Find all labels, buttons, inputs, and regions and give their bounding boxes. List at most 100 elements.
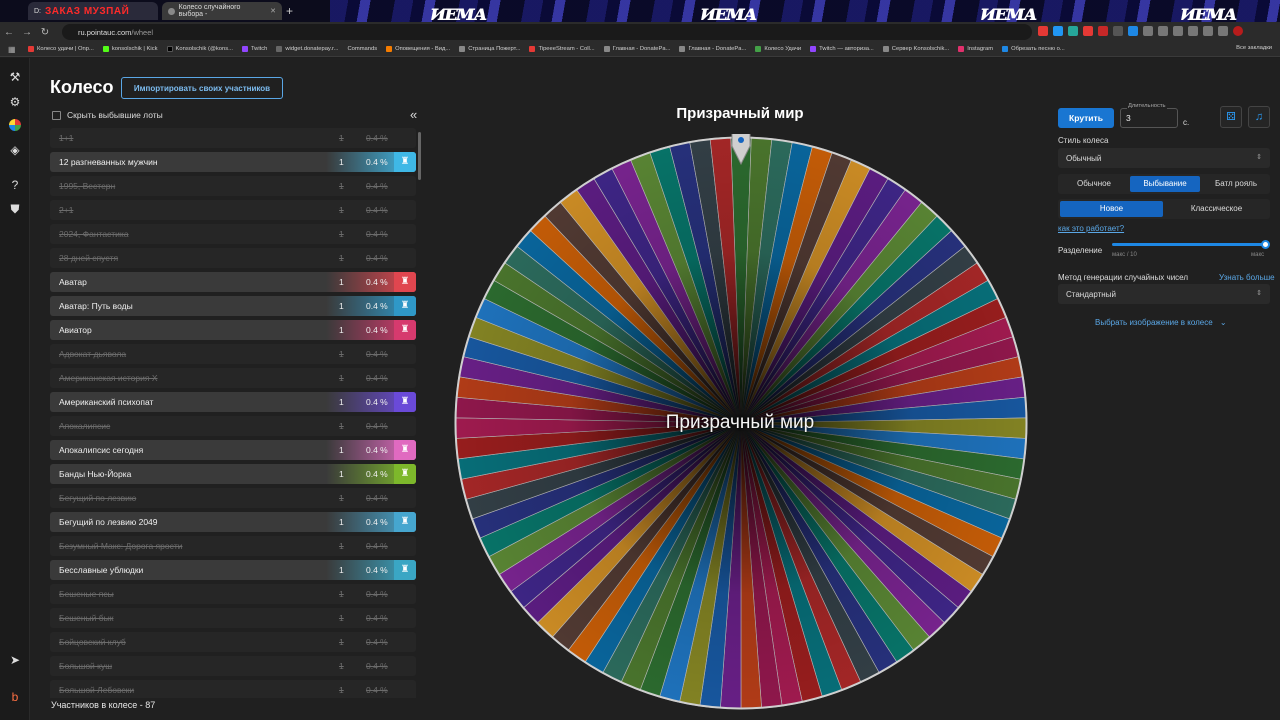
rng-method-select[interactable]: Стандартный ⇕ <box>1058 284 1270 304</box>
telegram-icon[interactable]: ➤ <box>8 653 22 667</box>
settings-gear-icon[interactable]: ⚙ <box>8 95 22 109</box>
tab-close-icon[interactable]: ✕ <box>270 7 276 15</box>
lot-trophy-icon[interactable]: ♜ <box>394 296 416 316</box>
extension-icon[interactable] <box>1158 26 1168 36</box>
mode-option-battle-royale[interactable]: Батл рояль <box>1202 176 1270 192</box>
brand-logo-icon[interactable]: b <box>8 690 22 704</box>
lot-trophy-icon[interactable]: ♜ <box>394 392 416 412</box>
lot-trophy-icon[interactable]: ♜ <box>394 464 416 484</box>
wheel-nav-icon[interactable] <box>8 119 22 133</box>
bookmark-item[interactable]: Страница Пожерт... <box>459 46 520 52</box>
lot-row[interactable]: Американский психопат 1 0.4 % ♜ <box>50 392 416 412</box>
auction-hammer-icon[interactable]: ⚒ <box>8 70 22 84</box>
lot-trophy-icon[interactable]: ♜ <box>394 560 416 580</box>
extension-icon[interactable] <box>1143 26 1153 36</box>
bookmark-item[interactable]: konsolschik | Kick <box>102 46 158 52</box>
bookmark-item[interactable]: Колесо Удачи <box>755 46 801 52</box>
lot-row[interactable]: 1995, Вестерн 1 0.4 % <box>50 176 416 196</box>
bookmark-item[interactable]: Konsolschik (@kons... <box>166 46 233 52</box>
extension-icon[interactable] <box>1038 26 1048 36</box>
bookmark-item[interactable]: Главная - DonatePa... <box>679 46 746 52</box>
lot-row[interactable]: Бегущий по лезвию 2049 1 0.4 % ♜ <box>50 512 416 532</box>
extension-icon[interactable] <box>1098 26 1108 36</box>
new-tab-icon[interactable]: + <box>286 4 293 18</box>
extension-icon[interactable] <box>1083 26 1093 36</box>
bookmark-item[interactable]: Twitch <box>241 46 267 52</box>
lot-row[interactable]: Большой куш 1 0.4 % <box>50 656 416 676</box>
lot-row[interactable]: 12 разгневанных мужчин 1 0.4 % ♜ <box>50 152 416 172</box>
profile-avatar[interactable] <box>1233 26 1243 36</box>
bookmark-item[interactable]: Twitch — авториза... <box>810 46 874 52</box>
lot-row[interactable]: Бесславные ублюдки 1 0.4 % ♜ <box>50 560 416 580</box>
lot-row[interactable]: Бегущий по лезвию 1 0.4 % <box>50 488 416 508</box>
hide-dropped-toggle[interactable]: Скрыть выбывшие лоты <box>52 110 163 120</box>
apps-grid-icon[interactable]: ▦ <box>8 45 16 54</box>
extension-icon[interactable] <box>1113 26 1123 36</box>
lot-row[interactable]: 2+1 1 0.4 % <box>50 200 416 220</box>
learn-more-link[interactable]: Узнать больше <box>1219 273 1275 282</box>
lot-trophy-icon[interactable]: ♜ <box>394 152 416 172</box>
extension-icon[interactable] <box>1218 26 1228 36</box>
import-participants-button[interactable]: Импортировать своих участников <box>121 77 283 99</box>
variant-option-new[interactable]: Новое <box>1060 201 1163 217</box>
lot-row[interactable]: Бойцовский клуб 1 0.4 % <box>50 632 416 652</box>
bookmark-item[interactable]: widget.donatepay.r... <box>276 46 338 52</box>
lot-trophy-icon[interactable]: ♜ <box>394 512 416 532</box>
extension-icon[interactable] <box>1128 26 1138 36</box>
lot-row[interactable]: Аватар: Путь воды 1 0.4 % ♜ <box>50 296 416 316</box>
bookmark-item[interactable]: Главная - DonatePa... <box>603 46 670 52</box>
browser-tab-promo[interactable]: D: ЗАКАЗ МУЗПАЙ <box>28 2 158 20</box>
mode-option-normal[interactable]: Обычное <box>1060 176 1128 192</box>
all-bookmarks-link[interactable]: Все закладки <box>1236 45 1272 51</box>
url-field[interactable]: ru.pointauc.com/wheel <box>62 24 1032 40</box>
extension-icon[interactable] <box>1173 26 1183 36</box>
music-note-icon[interactable]: ♫ <box>1248 106 1270 128</box>
wheel-style-select[interactable]: Обычный ⇕ <box>1058 148 1270 168</box>
collapse-panel-icon[interactable]: « <box>410 107 417 122</box>
lot-row[interactable]: Банды Нью-Йорка 1 0.4 % ♜ <box>50 464 416 484</box>
lot-row[interactable]: Апокалипсис 1 0.4 % <box>50 416 416 436</box>
lot-trophy-icon[interactable]: ♜ <box>394 440 416 460</box>
lot-row[interactable]: Американская история Х 1 0.4 % <box>50 368 416 388</box>
bookmark-item[interactable]: Instagram <box>958 46 993 52</box>
lot-row[interactable]: Бешеный бык 1 0.4 % <box>50 608 416 628</box>
extension-icon[interactable] <box>1188 26 1198 36</box>
lot-row[interactable]: Большой Лебовски 1 0.4 % <box>50 680 416 698</box>
bookmark-item[interactable]: Commands <box>347 46 377 52</box>
bookmark-item[interactable]: TipeeeStream - Coll... <box>529 46 595 52</box>
browser-tab-wheel[interactable]: Колесо случайного выбора - ✕ <box>162 2 282 20</box>
mode-option-elimination[interactable]: Выбывание <box>1130 176 1200 192</box>
lot-row[interactable]: Авиатор 1 0.4 % ♜ <box>50 320 416 340</box>
forward-icon[interactable]: → <box>18 27 36 38</box>
lot-row[interactable]: 1+1 1 0.4 % <box>50 128 416 148</box>
hide-dropped-checkbox[interactable] <box>52 110 61 120</box>
lot-row[interactable]: Апокалипсис сегодня 1 0.4 % ♜ <box>50 440 416 460</box>
lot-trophy-icon[interactable]: ♜ <box>394 272 416 292</box>
extension-icon[interactable] <box>1203 26 1213 36</box>
lot-row[interactable]: Аватар 1 0.4 % ♜ <box>50 272 416 292</box>
lot-row[interactable]: Адвокат дьявола 1 0.4 % <box>50 344 416 364</box>
choose-wheel-image-link[interactable]: Выбрать изображение в колесе ⌄ <box>1095 318 1227 327</box>
lot-row[interactable]: 2024, Фантастика 1 0.4 % <box>50 224 416 244</box>
list-scrollbar[interactable] <box>418 132 421 180</box>
lot-row[interactable]: Безумный Макс: Дорога ярости 1 0.4 % <box>50 536 416 556</box>
split-slider-track[interactable] <box>1112 243 1266 246</box>
bookmark-item[interactable]: Оповещения - Вид... <box>386 46 450 52</box>
extension-icon[interactable] <box>1068 26 1078 36</box>
how-it-works-link[interactable]: как это работает? <box>1058 224 1124 233</box>
shield-icon[interactable]: ⛊ <box>8 202 22 216</box>
lot-row[interactable]: Бешеные псы 1 0.4 % <box>50 584 416 604</box>
bookmark-item[interactable]: Колесо удачи | Onp... <box>28 46 94 52</box>
lot-row[interactable]: 28 дней спустя 1 0.4 % <box>50 248 416 268</box>
spin-button[interactable]: Крутить <box>1058 108 1114 128</box>
random-dice-icon[interactable]: ⚄ <box>1220 106 1242 128</box>
bookmark-item[interactable]: Сервер Konsolschik... <box>882 46 949 52</box>
back-icon[interactable]: ← <box>0 27 18 38</box>
reload-icon[interactable]: ↻ <box>36 27 54 38</box>
layers-icon[interactable]: ◈ <box>8 143 22 157</box>
split-slider-knob[interactable] <box>1261 240 1270 249</box>
variant-option-classic[interactable]: Классическое <box>1165 201 1268 217</box>
lot-trophy-icon[interactable]: ♜ <box>394 320 416 340</box>
extension-icon[interactable] <box>1053 26 1063 36</box>
help-icon[interactable]: ? <box>8 178 22 192</box>
